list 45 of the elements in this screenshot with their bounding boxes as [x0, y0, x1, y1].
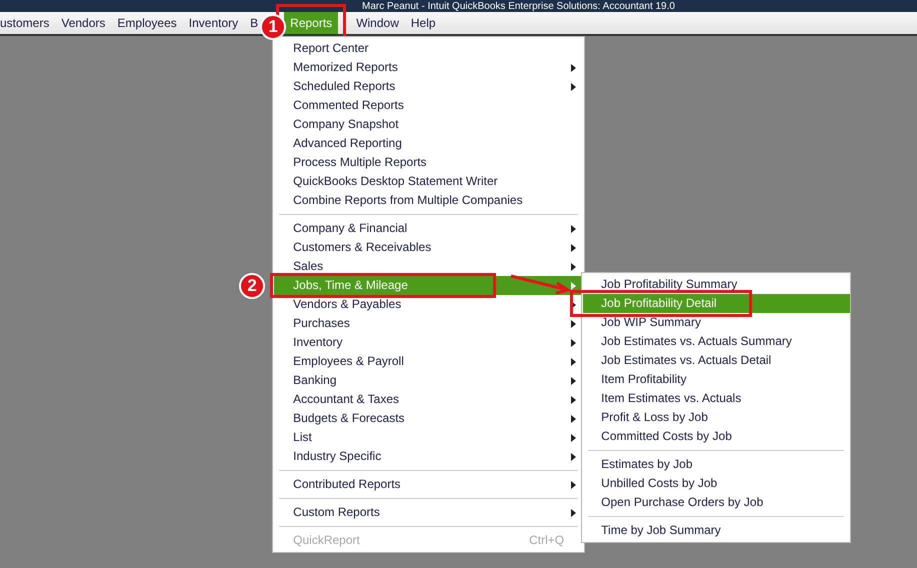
submenu-item[interactable]: Item Profitability — [583, 370, 850, 389]
step-badge: 1 — [260, 14, 286, 40]
menu-bar-item[interactable]: Help — [404, 12, 442, 34]
menu-item[interactable]: Industry Specific — [274, 447, 584, 466]
submenu-item[interactable]: Time by Job Summary — [583, 521, 850, 540]
submenu-item[interactable]: Job WIP Summary — [583, 313, 850, 332]
submenu-item[interactable]: Job Estimates vs. Actuals Detail — [583, 351, 850, 370]
menu-item[interactable]: QuickBooks Desktop Statement Writer — [274, 172, 584, 191]
menu-item[interactable]: Process Multiple Reports — [274, 153, 584, 172]
window-title: Marc Peanut - Intuit QuickBooks Enterprise Solutions: Accountant 19.0 — [362, 1, 675, 12]
menu-item[interactable]: Accountant & Taxes — [274, 390, 584, 409]
menu-item[interactable]: Sales — [274, 257, 584, 276]
pointer-arrow — [510, 273, 572, 295]
submenu-item[interactable]: Open Purchase Orders by Job — [583, 493, 850, 512]
menu-item[interactable]: Scheduled Reports — [274, 77, 584, 96]
menu-item[interactable]: List — [274, 428, 584, 447]
submenu-item[interactable]: Profit & Loss by Job — [583, 408, 850, 427]
menu-item[interactable]: Advanced Reporting — [274, 134, 584, 153]
menu-bar-item[interactable]: Employees — [111, 12, 183, 34]
submenu-item[interactable]: Job Profitability Summary — [583, 275, 850, 294]
menu-item[interactable]: Customers & Receivables — [274, 238, 584, 257]
submenu-item[interactable]: Estimates by Job — [583, 455, 850, 474]
menu-item[interactable]: Contributed Reports — [274, 475, 584, 494]
menu-item[interactable]: Vendors & Payables — [274, 295, 584, 314]
menu-item[interactable]: Banking — [274, 371, 584, 390]
menu-item[interactable]: Inventory — [274, 333, 584, 352]
menu-item[interactable]: Purchases — [274, 314, 584, 333]
menu-bar-item[interactable]: ustomers — [0, 12, 56, 34]
menu-bar-item[interactable]: B — [244, 12, 258, 34]
menu-item[interactable]: Employees & Payroll — [274, 352, 584, 371]
submenu-item[interactable]: Job Estimates vs. Actuals Summary — [583, 332, 850, 351]
menu-item[interactable]: Company Snapshot — [274, 115, 584, 134]
menu-bar-item[interactable]: Window — [350, 12, 405, 34]
submenu-item[interactable]: Unbilled Costs by Job — [583, 474, 850, 493]
submenu-item[interactable]: Committed Costs by Job — [583, 427, 850, 446]
menu-item[interactable]: Memorized Reports — [274, 58, 584, 77]
menu-item[interactable]: Report Center — [274, 39, 584, 58]
menu-item[interactable]: Combine Reports from Multiple Companies — [274, 191, 584, 210]
menu-bar-item[interactable]: Vendors — [55, 12, 112, 34]
menu-item[interactable]: Commented Reports — [274, 96, 584, 115]
menu-item[interactable]: Custom Reports — [274, 503, 584, 522]
menu-item[interactable]: Budgets & Forecasts — [274, 409, 584, 428]
menu-item[interactable]: Company & Financial — [274, 219, 584, 238]
menu-bar-item[interactable]: Inventory — [182, 12, 244, 34]
submenu-item[interactable]: Item Estimates vs. Actuals — [583, 389, 850, 408]
